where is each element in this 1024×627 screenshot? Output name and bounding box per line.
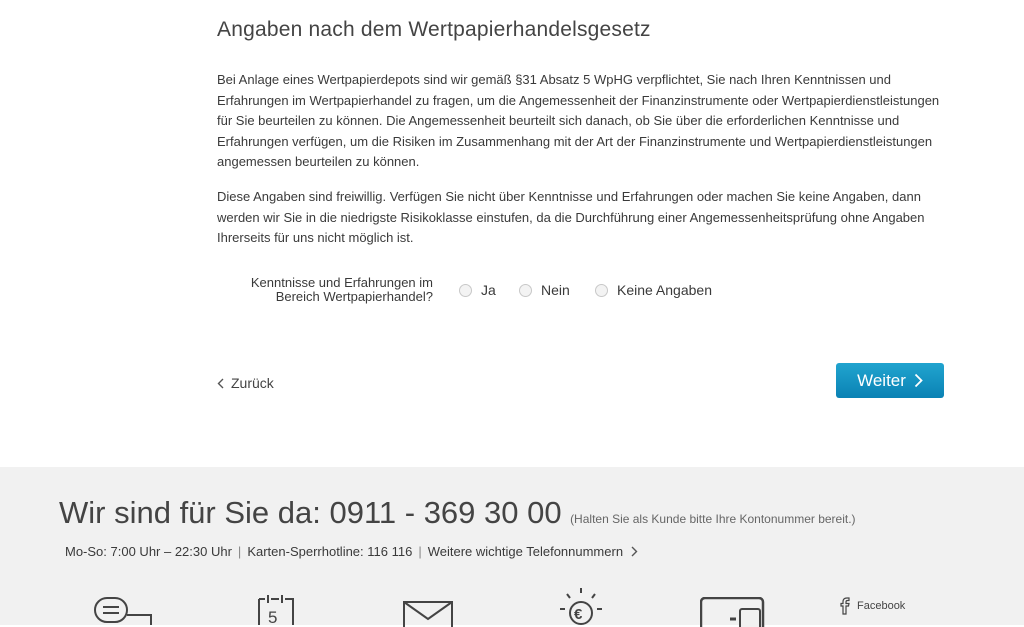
radio-nein[interactable] [519, 283, 532, 297]
phone-numbers-link[interactable]: Weitere wichtige Telefonnummern [428, 544, 638, 559]
separator: | [418, 544, 422, 559]
page-title: Angaben nach dem Wertpapierhandelsgesetz [217, 18, 651, 41]
option-ja-label[interactable]: Ja [481, 282, 496, 298]
radio-keine-angaben[interactable] [595, 283, 608, 297]
radio-ja[interactable] [459, 283, 472, 297]
card-block-hotline: Karten-Sperrhotline: 116 116 [247, 544, 413, 559]
next-button-label[interactable]: Weiter [857, 371, 906, 391]
intro-paragraph: Bei Anlage eines Wertpapierdepots sind w… [217, 72, 940, 169]
euro-idea-icon[interactable]: € [558, 587, 604, 627]
back-link[interactable]: Zurück [217, 375, 274, 391]
contact-note: (Halten Sie als Kunde bitte Ihre Kontonu… [570, 512, 856, 526]
question-label-line2: Bereich Wertpapierhandel? [275, 289, 433, 304]
facebook-label[interactable]: Facebook [857, 600, 905, 612]
phone-numbers-label[interactable]: Weitere wichtige Telefonnummern [428, 544, 623, 559]
euro-symbol: € [574, 606, 583, 623]
facebook-link[interactable]: Facebook [838, 597, 905, 615]
devices-icon[interactable] [700, 597, 766, 627]
option-keine-angaben[interactable]: Keine Angaben [595, 282, 712, 298]
contact-phone: Wir sind für Sie da: 0911 - 369 30 00 [59, 495, 562, 530]
service-hours-line: Mo-So: 7:00 Uhr – 22:30 Uhr | Karten-Spe… [65, 544, 638, 559]
experience-question: Kenntnisse und Erfahrungen im Bereich We… [217, 274, 947, 308]
footer: Wir sind für Sie da: 0911 - 369 30 00 (H… [0, 467, 1024, 627]
chevron-right-icon [631, 546, 638, 557]
chat-icon[interactable] [93, 595, 155, 625]
option-nein[interactable]: Nein [519, 282, 570, 298]
mail-icon[interactable] [403, 601, 453, 627]
voluntary-paragraph: Diese Angaben sind freiwillig. Verfügen … [217, 189, 925, 245]
option-nein-label[interactable]: Nein [541, 282, 570, 298]
chevron-right-icon [914, 373, 923, 388]
option-keine-angaben-label[interactable]: Keine Angaben [617, 282, 712, 298]
option-ja[interactable]: Ja [459, 282, 496, 298]
chevron-left-icon [217, 378, 224, 388]
calendar-icon[interactable]: 5 [257, 593, 297, 625]
service-hours: Mo-So: 7:00 Uhr – 22:30 Uhr [65, 544, 232, 559]
calendar-number: 5 [268, 608, 277, 625]
facebook-icon [840, 597, 850, 615]
question-label: Kenntnisse und Erfahrungen im Bereich We… [217, 276, 433, 304]
back-label[interactable]: Zurück [231, 375, 274, 391]
separator: | [237, 544, 242, 559]
contact-headline: Wir sind für Sie da: 0911 - 369 30 00 (H… [59, 495, 856, 531]
question-label-line1: Kenntnisse und Erfahrungen im [250, 275, 433, 290]
next-button[interactable]: Weiter [836, 363, 944, 398]
